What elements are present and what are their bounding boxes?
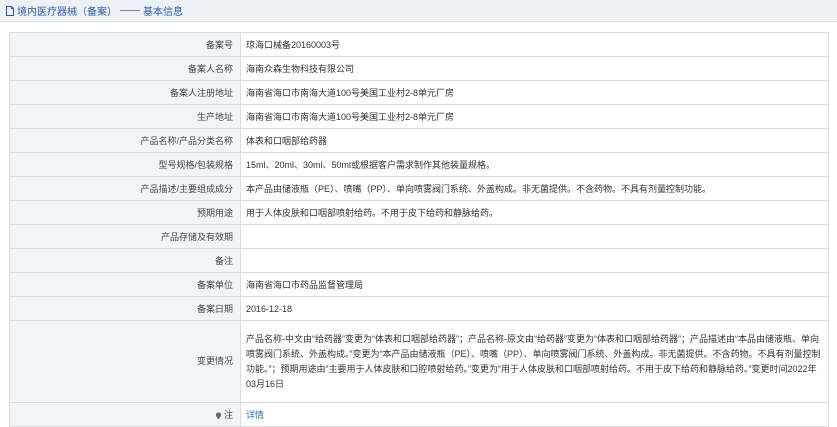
row-label: 产品存储及有效期 [9,224,241,249]
row-value: 海南众森生物科技有限公司 [240,56,829,81]
row-label: 备案人注册地址 [9,80,241,105]
row-label-note: 注 [9,402,241,427]
row-value: 2016-12-18 [240,296,829,321]
row-value: 海南省海口市南海大道100号美国工业村2-8单元厂房 [240,80,829,105]
table-row: 产品描述/主要组成成分 本产品由储液瓶（PE）、喷嘴（PP）、单向喷雾阀门系统、… [9,176,829,201]
row-value: 海南省海口市药品监督管理局 [240,272,829,297]
row-value: 用于人体皮肤和口咽部喷射给药。不用于皮下给药和静脉给药。 [240,200,829,225]
row-label: 备案日期 [9,296,241,321]
row-value [240,224,829,249]
row-label: 变更情况 [9,320,241,403]
page-header: 境内医疗器械（备案） —— 基本信息 [0,0,837,22]
header-title: 境内医疗器械（备案） [17,7,117,18]
row-label: 产品描述/主要组成成分 [9,176,241,201]
table-row: 产品名称/产品分类名称 体表和口咽部给药器 [9,128,829,153]
table-row: 注 详情 [9,402,829,427]
row-label: 生产地址 [9,104,241,129]
table-row: 备案号 琼海口械备20160003号 [9,32,829,57]
row-label: 备注 [9,248,241,273]
row-value: 详情 [240,402,829,427]
row-value: 本产品由储液瓶（PE）、喷嘴（PP）、单向喷雾阀门系统、外盖构成。非无菌提供。不… [240,176,829,201]
row-label: 产品名称/产品分类名称 [9,128,241,153]
table-row: 型号规格/包装规格 15ml、20ml、30ml、50ml或根据客户需求制作其他… [9,152,829,177]
row-value: 琼海口械备20160003号 [240,32,829,57]
row-label: 型号规格/包装规格 [9,152,241,177]
table-row: 备案人注册地址 海南省海口市南海大道100号美国工业村2-8单元厂房 [9,80,829,105]
row-value: 海南省海口市南海大道100号美国工业村2-8单元厂房 [240,104,829,129]
table-row: 备案日期 2016-12-18 [9,296,829,321]
table-row: 预期用途 用于人体皮肤和口咽部喷射给药。不用于皮下给药和静脉给药。 [9,200,829,225]
header-subtitle: 基本信息 [143,7,183,18]
table-row: 备案人名称 海南众森生物科技有限公司 [9,56,829,81]
details-link[interactable]: 详情 [246,410,264,420]
table-row: 备注 [9,248,829,273]
row-label: 备案人名称 [9,56,241,81]
note-label-text: 注 [223,409,233,420]
change-history-text: 产品名称-中文由“给药器”变更为“体表和口咽部给药器”；产品名称-原文由“给药器… [240,320,829,403]
row-value: 15ml、20ml、30ml、50ml或根据客户需求制作其他装量规格。 [240,152,829,177]
row-label: 备案单位 [9,272,241,297]
table-row: 变更情况 产品名称-中文由“给药器”变更为“体表和口咽部给药器”；产品名称-原文… [9,320,829,403]
document-icon [6,5,14,16]
row-label: 预期用途 [9,200,241,225]
row-value: 体表和口咽部给药器 [240,128,829,153]
header-separator: —— [120,5,140,16]
table-row: 备案单位 海南省海口市药品监督管理局 [9,272,829,297]
row-label: 备案号 [9,32,241,57]
table-row: 生产地址 海南省海口市南海大道100号美国工业村2-8单元厂房 [9,104,829,129]
bulb-icon [215,409,222,419]
table-row: 产品存储及有效期 [9,224,829,249]
row-value [240,248,829,273]
info-table: 备案号 琼海口械备20160003号 备案人名称 海南众森生物科技有限公司 备案… [9,32,829,427]
